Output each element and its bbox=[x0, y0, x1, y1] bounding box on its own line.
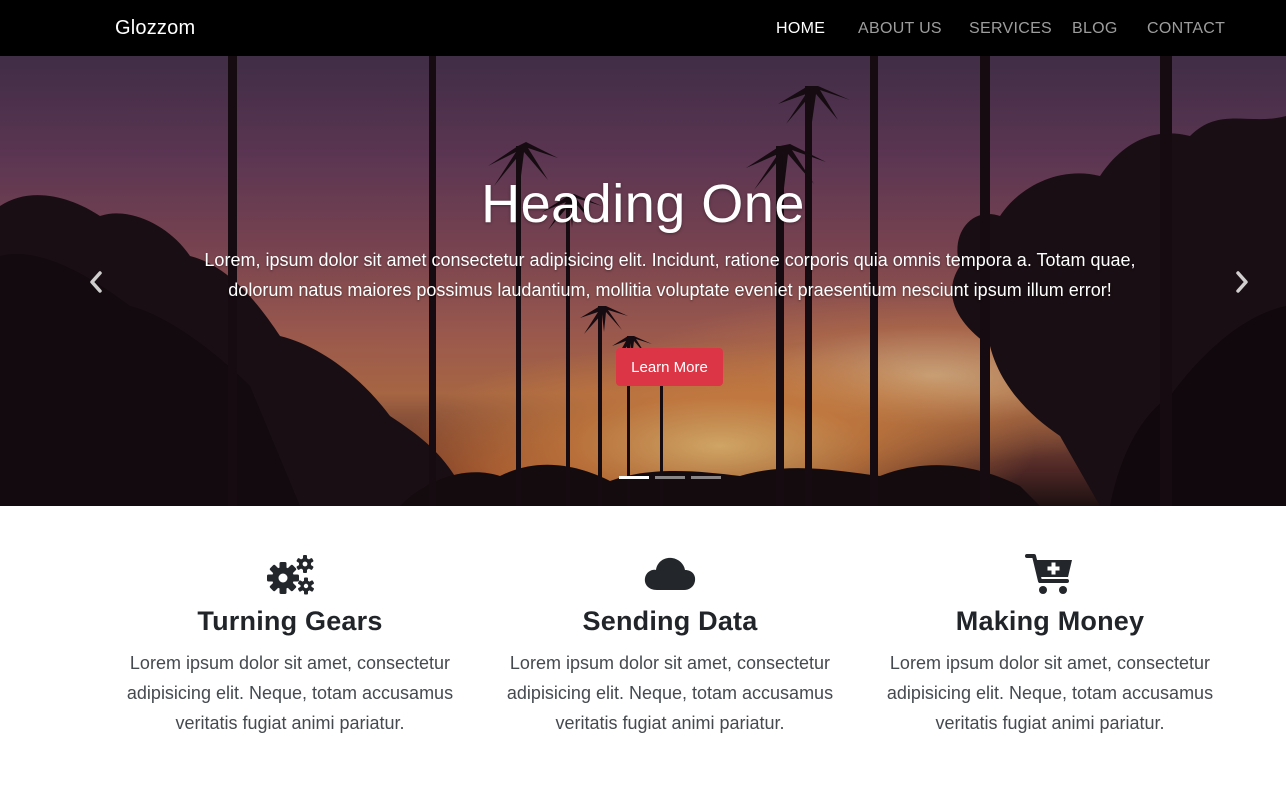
carousel-next-button[interactable] bbox=[1230, 264, 1254, 300]
cart-plus-icon bbox=[1020, 552, 1080, 596]
carousel-indicator[interactable] bbox=[691, 476, 721, 479]
feature-title: Making Money bbox=[955, 606, 1145, 636]
hero-carousel: Heading One Lorem, ipsum dolor sit amet … bbox=[0, 56, 1286, 506]
feature-card: Turning Gears Lorem ipsum dolor sit amet… bbox=[100, 506, 480, 788]
cloud-icon bbox=[640, 552, 700, 596]
feature-text: Lorem ipsum dolor sit amet, consectetur … bbox=[506, 653, 834, 733]
chevron-right-icon bbox=[1236, 271, 1248, 293]
gears-icon bbox=[260, 552, 320, 596]
hero-description: Lorem, ipsum dolor sit amet consectetur … bbox=[204, 250, 1136, 300]
features-section: Turning Gears Lorem ipsum dolor sit amet… bbox=[0, 506, 1286, 788]
nav-link-blog[interactable]: BLOG bbox=[1072, 20, 1118, 38]
chevron-left-icon bbox=[90, 271, 102, 293]
carousel-prev-button[interactable] bbox=[84, 264, 108, 300]
feature-title: Sending Data bbox=[582, 606, 758, 636]
nav-link-services[interactable]: SERVICES bbox=[969, 20, 1052, 38]
learn-more-button[interactable]: Learn More bbox=[616, 348, 723, 386]
carousel-indicator[interactable] bbox=[619, 476, 649, 479]
carousel-indicator[interactable] bbox=[655, 476, 685, 479]
navbar: Glozzom HOME ABOUT US SERVICES BLOG CONT… bbox=[0, 0, 1286, 56]
feature-card: Sending Data Lorem ipsum dolor sit amet,… bbox=[480, 506, 860, 788]
feature-text: Lorem ipsum dolor sit amet, consectetur … bbox=[886, 653, 1214, 733]
nav-link-home[interactable]: HOME bbox=[776, 20, 825, 38]
nav-links: HOME ABOUT US SERVICES BLOG CONTACT bbox=[0, 20, 1286, 40]
feature-title: Turning Gears bbox=[197, 606, 383, 636]
nav-link-about-us[interactable]: ABOUT US bbox=[858, 20, 942, 38]
carousel-indicators bbox=[619, 476, 729, 482]
nav-link-contact[interactable]: CONTACT bbox=[1147, 20, 1225, 38]
feature-text: Lorem ipsum dolor sit amet, consectetur … bbox=[126, 653, 454, 733]
feature-card: Making Money Lorem ipsum dolor sit amet,… bbox=[860, 506, 1240, 788]
hero-heading: Heading One bbox=[481, 174, 805, 234]
